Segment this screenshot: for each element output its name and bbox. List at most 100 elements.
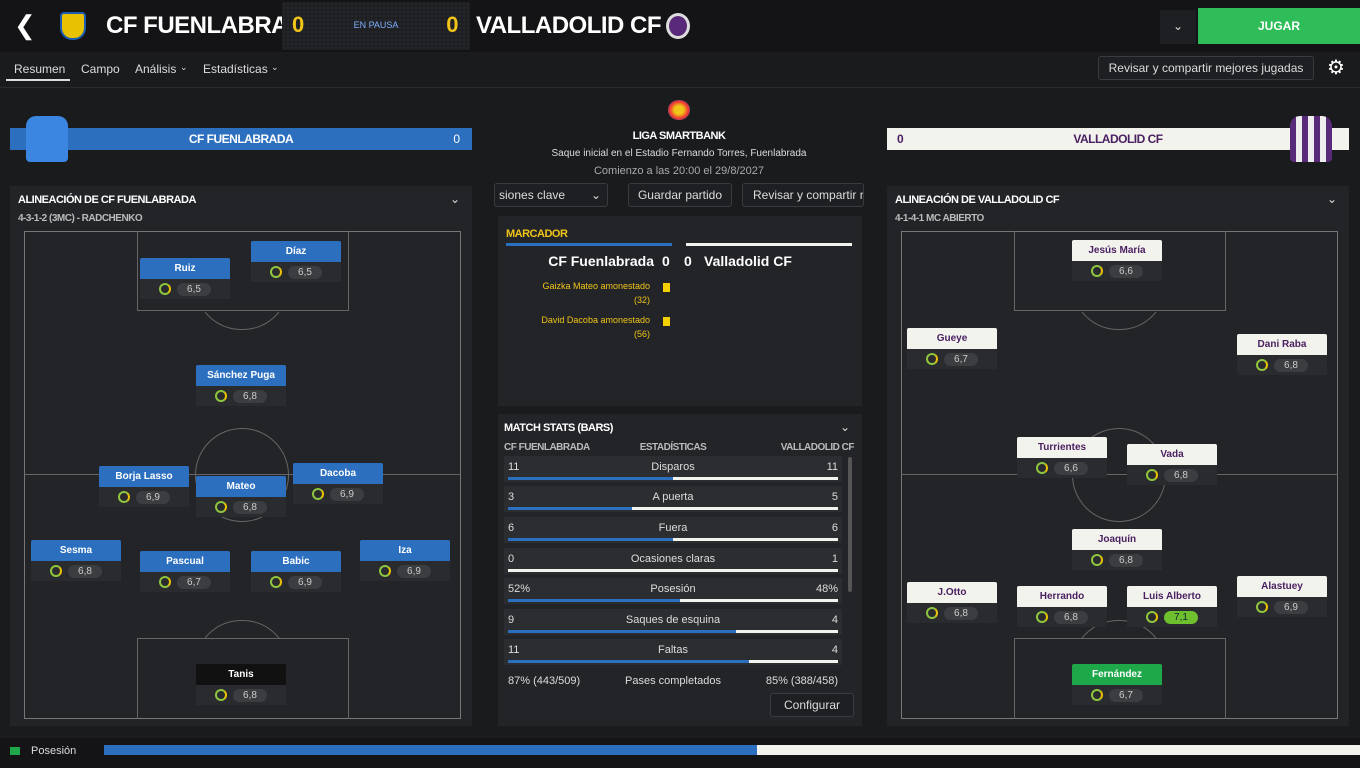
rating-icon xyxy=(159,576,172,588)
player-rating-row: 6,6 xyxy=(1072,261,1162,281)
player-card[interactable]: Dacoba 6,9 xyxy=(293,463,383,504)
home-pitch xyxy=(24,231,461,719)
top-bar: ❮ CF FUENLABRADA 0 EN PAUSA 0 VALLADOLID… xyxy=(0,0,1360,52)
configure-button[interactable]: Configurar xyxy=(770,693,854,717)
player-rating: 6,8 xyxy=(1274,358,1308,372)
stat-away-bar xyxy=(680,599,838,602)
stat-away-bar xyxy=(632,507,838,510)
back-icon[interactable]: ❮ xyxy=(14,12,42,40)
player-rating: 6,9 xyxy=(136,490,170,504)
player-card[interactable]: Tanis 6,8 xyxy=(196,664,286,705)
chevron-down-icon: ⌄ xyxy=(180,62,188,72)
stat-label: Posesión xyxy=(650,583,696,595)
player-rating: 6,8 xyxy=(233,389,267,403)
player-rating: 6,5 xyxy=(288,265,322,279)
chevron-down-icon[interactable]: ⌄ xyxy=(840,420,850,434)
player-card[interactable]: Turrientes 6,6 xyxy=(1017,437,1107,478)
player-card[interactable]: Ruiz 6,5 xyxy=(140,258,230,299)
chevron-down-icon[interactable]: ⌄ xyxy=(450,192,460,206)
player-card[interactable]: Jesús María 6,6 xyxy=(1072,240,1162,281)
yellow-card-icon xyxy=(663,317,670,326)
rating-icon xyxy=(1256,601,1269,613)
stat-home-bar xyxy=(508,599,680,602)
player-card[interactable]: Borja Lasso 6,9 xyxy=(99,466,189,507)
player-name: Alastuey xyxy=(1237,576,1327,597)
play-button[interactable]: JUGAR xyxy=(1198,8,1360,44)
dropdown-icon[interactable]: ⌄ xyxy=(1160,10,1196,44)
rating-icon xyxy=(1091,689,1104,701)
home-lineup-title: ALINEACIÓN DE CF FUENLABRADA xyxy=(18,194,196,206)
stat-away-bar xyxy=(736,630,838,633)
player-card[interactable]: Sesma 6,8 xyxy=(31,540,121,581)
player-rating-row: 6,5 xyxy=(251,262,341,282)
sb-home-score: 0 xyxy=(662,253,670,269)
chevron-down-icon[interactable]: ⌄ xyxy=(1327,192,1337,206)
league-name: LIGA SMARTBANK xyxy=(632,130,726,142)
rating-icon xyxy=(118,491,131,503)
away-crest-icon xyxy=(666,13,690,39)
player-card[interactable]: Babic 6,9 xyxy=(251,551,341,592)
stats-col-away: VALLADOLID CF xyxy=(780,442,855,453)
player-rating: 7,1 xyxy=(1164,610,1198,624)
player-name: Dani Raba xyxy=(1237,334,1327,355)
stat-row: 6 Fuera 6 xyxy=(504,517,842,543)
stats-scrollbar[interactable] xyxy=(848,457,852,592)
away-kit-icon xyxy=(1290,116,1332,162)
tab-estadisticas[interactable]: Estadísticas xyxy=(203,62,268,76)
player-card[interactable]: Herrando 6,8 xyxy=(1017,586,1107,627)
player-name: Díaz xyxy=(251,241,341,262)
player-name: Tanis xyxy=(196,664,286,685)
gear-icon[interactable]: ⚙ xyxy=(1324,56,1348,80)
player-rating: 6,9 xyxy=(397,564,431,578)
sb-away-team: Valladolid CF xyxy=(704,253,792,269)
player-rating-row: 6,8 xyxy=(1127,465,1217,485)
rating-icon xyxy=(1036,462,1049,474)
player-card[interactable]: Sánchez Puga 6,8 xyxy=(196,365,286,406)
player-name: Jesús María xyxy=(1072,240,1162,261)
player-rating-row: 6,8 xyxy=(907,603,997,623)
rating-icon xyxy=(312,488,325,500)
stat-row: 3A puerta 5 xyxy=(504,486,842,512)
player-name: Babic xyxy=(251,551,341,572)
review-share-button[interactable]: Revisar y compartir r xyxy=(742,183,864,207)
player-card[interactable]: Vada 6,8 xyxy=(1127,444,1217,485)
player-card[interactable]: Alastuey 6,9 xyxy=(1237,576,1327,617)
player-rating: 6,8 xyxy=(1109,553,1143,567)
player-rating: 6,5 xyxy=(177,282,211,296)
chevron-down-icon: ⌄ xyxy=(590,188,601,202)
player-card[interactable]: Pascual 6,7 xyxy=(140,551,230,592)
save-match-button[interactable]: Guardar partido xyxy=(628,183,732,207)
rating-icon xyxy=(1036,611,1049,623)
tab-resumen[interactable]: Resumen xyxy=(14,62,65,76)
stat-label: Ocasiones claras xyxy=(630,553,716,565)
away-score: 0 xyxy=(446,12,458,37)
tab-campo[interactable]: Campo xyxy=(81,62,120,76)
tab-active-underline xyxy=(6,79,70,81)
away-banner: 0 VALLADOLID CF xyxy=(887,128,1349,150)
player-name: Sesma xyxy=(31,540,121,561)
home-kit-icon xyxy=(26,116,68,162)
player-name: Pascual xyxy=(140,551,230,572)
stat-label: A puerta xyxy=(652,491,694,503)
player-card[interactable]: Iza 6,9 xyxy=(360,540,450,581)
player-name: Borja Lasso xyxy=(99,466,189,487)
player-card[interactable]: Gueye 6,7 xyxy=(907,328,997,369)
player-card[interactable]: Luis Alberto 7,1 xyxy=(1127,586,1217,627)
rating-icon xyxy=(1146,611,1159,623)
player-rating-row: 7,1 xyxy=(1127,607,1217,627)
rating-icon xyxy=(159,283,172,295)
player-rating-row: 6,8 xyxy=(1237,355,1327,375)
player-card[interactable]: Fernández 6,7 xyxy=(1072,664,1162,705)
player-rating-row: 6,9 xyxy=(99,487,189,507)
player-card[interactable]: J.Otto 6,8 xyxy=(907,582,997,623)
player-card[interactable]: Díaz 6,5 xyxy=(251,241,341,282)
key-chances-button[interactable]: siones clave ⌄ xyxy=(494,183,608,207)
player-card[interactable]: Mateo 6,8 xyxy=(196,476,286,517)
rating-icon xyxy=(1146,469,1159,481)
stat-away-value: 48% xyxy=(815,583,838,595)
away-pitch xyxy=(901,231,1338,719)
player-card[interactable]: Joaquín 6,8 xyxy=(1072,529,1162,570)
player-card[interactable]: Dani Raba 6,8 xyxy=(1237,334,1327,375)
review-highlights-button[interactable]: Revisar y compartir mejores jugadas xyxy=(1098,56,1314,80)
tab-analisis[interactable]: Análisis xyxy=(135,62,176,76)
